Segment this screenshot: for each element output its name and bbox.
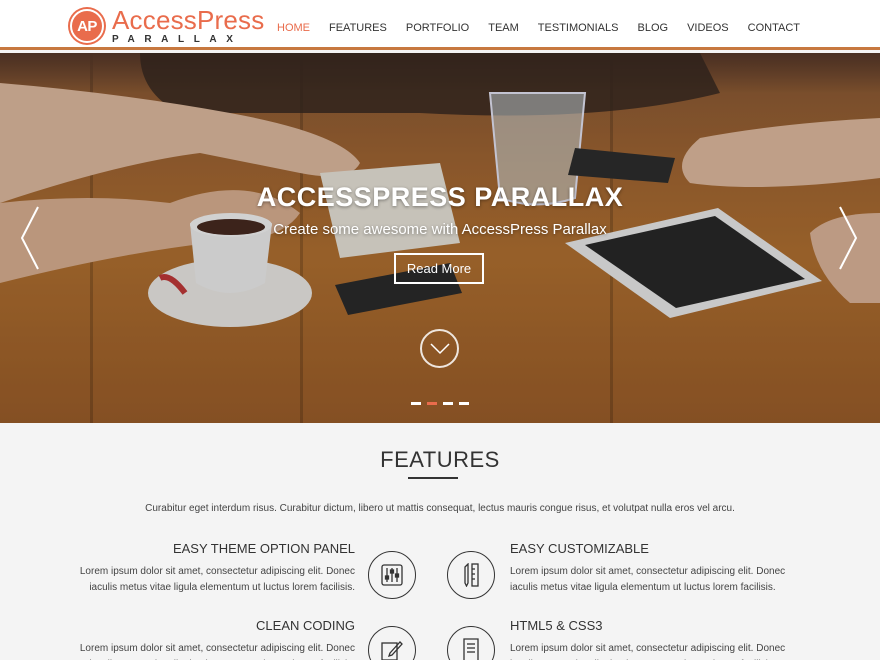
slider-dot[interactable]	[459, 402, 469, 405]
chevron-down-icon[interactable]	[420, 329, 459, 368]
nav-testimonials[interactable]: TESTIMONIALS	[538, 22, 619, 34]
site-header: AP AccessPress PARALLAX HOME FEATURES PO…	[0, 0, 880, 50]
chevron-right-icon[interactable]	[838, 205, 858, 276]
hero-slider: ACCESSPRESS PARALLAX Create some awesome…	[0, 53, 880, 423]
feature-text: Lorem ipsum dolor sit amet, consectetur …	[79, 566, 355, 593]
nav-features[interactable]: FEATURES	[329, 22, 387, 34]
logo-name: AccessPress	[112, 5, 265, 35]
read-more-button[interactable]: Read More	[394, 253, 484, 284]
feature-item: CLEAN CODING Lorem ipsum dolor sit amet,…	[65, 618, 355, 660]
section-description: Curabitur eget interdum risus. Curabitur…	[145, 503, 735, 514]
nav-team[interactable]: TEAM	[488, 22, 519, 34]
document-icon	[447, 626, 495, 660]
feature-text: Lorem ipsum dolor sit amet, consectetur …	[510, 566, 786, 593]
feature-title: HTML5 & CSS3	[510, 618, 603, 633]
hero-title: ACCESSPRESS PARALLAX	[256, 182, 624, 212]
section-title: FEATURES	[380, 447, 500, 472]
nav-videos[interactable]: VIDEOS	[687, 22, 729, 34]
feature-item: HTML5 & CSS3 Lorem ipsum dolor sit amet,…	[510, 618, 800, 660]
feature-title: CLEAN CODING	[256, 618, 355, 633]
title-underline	[408, 477, 458, 479]
logo-tagline: PARALLAX	[112, 34, 243, 45]
edit-icon	[368, 626, 416, 660]
feature-item: EASY THEME OPTION PANEL Lorem ipsum dolo…	[65, 541, 355, 596]
slider-dot[interactable]	[443, 402, 453, 405]
site-logo[interactable]: AP AccessPress PARALLAX	[70, 7, 264, 45]
nav-portfolio[interactable]: PORTFOLIO	[406, 22, 469, 34]
sliders-icon	[368, 551, 416, 599]
chevron-left-icon[interactable]	[20, 205, 40, 276]
nav-home[interactable]: HOME	[277, 22, 310, 34]
feature-title: EASY THEME OPTION PANEL	[172, 541, 355, 556]
logo-badge: AP	[70, 9, 104, 43]
pencil-ruler-icon	[447, 551, 495, 599]
slider-dot[interactable]	[427, 402, 437, 405]
slider-pagination	[411, 402, 469, 405]
feature-text: Lorem ipsum dolor sit amet, consectetur …	[510, 643, 786, 660]
slider-dot[interactable]	[411, 402, 421, 405]
feature-title: EASY CUSTOMIZABLE	[510, 541, 649, 556]
feature-text: Lorem ipsum dolor sit amet, consectetur …	[79, 643, 355, 660]
features-section: FEATURES Curabitur eget interdum risus. …	[0, 423, 880, 660]
feature-item: EASY CUSTOMIZABLE Lorem ipsum dolor sit …	[510, 541, 800, 596]
nav-contact[interactable]: CONTACT	[748, 22, 800, 34]
main-nav: HOME FEATURES PORTFOLIO TEAM TESTIMONIAL…	[258, 22, 800, 34]
nav-blog[interactable]: BLOG	[637, 22, 668, 34]
hero-subtitle: Create some awesome with AccessPress Par…	[273, 221, 607, 238]
